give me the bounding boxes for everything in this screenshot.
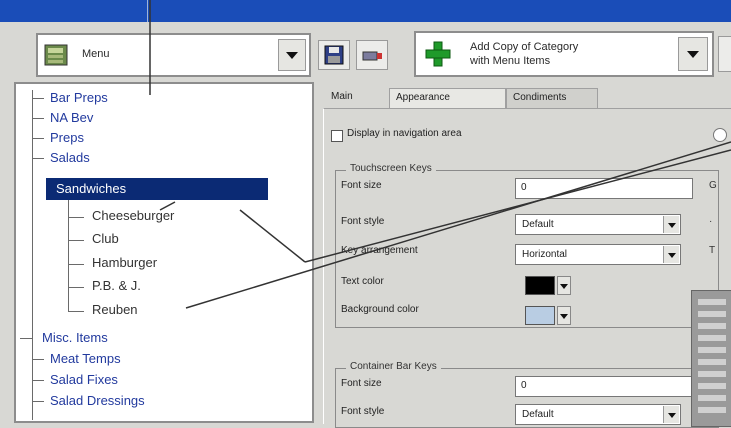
tree-item-hamburger[interactable]: Hamburger	[92, 255, 157, 270]
tree-connector	[20, 338, 32, 339]
tree-connector	[68, 240, 84, 241]
chevron-down-icon	[663, 406, 679, 423]
tree-connector	[32, 98, 44, 99]
chevron-down-icon	[687, 51, 699, 58]
font-size-input[interactable]: 0	[515, 178, 693, 199]
tree-connector	[32, 380, 44, 381]
container-font-style-value: Default	[522, 409, 554, 420]
container-bar-keys-title: Container Bar Keys	[346, 361, 441, 372]
font-style-select[interactable]: Default	[515, 214, 681, 235]
menu-combo[interactable]: Menu	[36, 33, 311, 77]
title-bar-divider	[147, 0, 148, 22]
tree-item-meat-temps[interactable]: Meat Temps	[50, 351, 121, 366]
tree-item-sandwiches[interactable]: Sandwiches	[46, 178, 268, 200]
truncated-right-text: G	[709, 180, 717, 191]
toolbar-overflow-button[interactable]	[718, 36, 731, 72]
tab-condiments[interactable]: Condiments	[506, 88, 598, 108]
tree-connector	[32, 359, 44, 360]
tree-connector	[68, 311, 84, 312]
tree-item-salads[interactable]: Salads	[50, 150, 90, 165]
chevron-down-icon	[663, 246, 679, 263]
tree-item-salad-fixes[interactable]: Salad Fixes	[50, 372, 118, 387]
background-color-label: Background color	[341, 304, 419, 315]
container-font-style-label: Font style	[341, 406, 385, 417]
preview-key	[698, 347, 726, 353]
container-font-size-label: Font size	[341, 378, 382, 389]
tree-item-salad-dressings[interactable]: Salad Dressings	[50, 393, 145, 408]
option-radio[interactable]	[713, 128, 727, 142]
font-size-label: Font size	[341, 180, 382, 191]
preview-key	[698, 311, 726, 317]
preview-key	[698, 395, 726, 401]
tree-branch-line	[68, 194, 69, 312]
category-tree[interactable]: Bar Preps NA Bev Preps Salads Sandwiches…	[14, 82, 314, 423]
font-style-value: Default	[522, 219, 554, 230]
font-style-label: Font style	[341, 216, 385, 227]
key-arrangement-select[interactable]: Horizontal	[515, 244, 681, 265]
add-category-label-line1: Add Copy of Category	[470, 41, 579, 53]
add-category-label-line2: with Menu Items	[470, 55, 551, 67]
chevron-down-icon	[560, 313, 568, 319]
tree-item-club[interactable]: Club	[92, 231, 119, 246]
tab-appearance[interactable]: Appearance	[389, 88, 506, 108]
tree-item-pbj[interactable]: P.B. & J.	[92, 278, 141, 293]
preview-key	[698, 359, 726, 365]
title-bar	[0, 0, 731, 22]
tree-connector	[68, 264, 84, 265]
add-category-dropdown-button[interactable]	[678, 37, 708, 71]
preview-key	[698, 299, 726, 305]
tree-item-na-bev[interactable]: NA Bev	[50, 110, 93, 125]
chevron-down-icon	[560, 283, 568, 289]
background-color-swatch[interactable]	[525, 306, 555, 325]
tree-connector	[68, 287, 84, 288]
tree-item-bar-preps[interactable]: Bar Preps	[50, 90, 108, 105]
background-color-dropdown[interactable]	[557, 306, 571, 325]
tree-item-misc-items[interactable]: Misc. Items	[42, 330, 108, 345]
key-arrangement-label: Key arrangement	[341, 245, 418, 256]
key-arrangement-value: Horizontal	[522, 249, 568, 260]
truncated-right-text: ·	[709, 216, 713, 227]
tree-connector	[32, 138, 44, 139]
menu-combo-dropdown-button[interactable]	[278, 39, 306, 71]
display-in-navigation-checkbox[interactable]	[331, 130, 343, 142]
tree-connector	[32, 118, 44, 119]
container-font-size-input[interactable]: 0	[515, 376, 693, 397]
tree-connector	[68, 217, 84, 218]
text-color-dropdown[interactable]	[557, 276, 571, 295]
floppy-disk-icon	[324, 45, 344, 65]
tree-connector	[32, 158, 44, 159]
text-color-swatch[interactable]	[525, 276, 555, 295]
tree-item-cheeseburger[interactable]: Cheeseburger	[92, 208, 174, 223]
key-preview-panel	[691, 290, 731, 427]
menu-book-icon	[44, 44, 68, 66]
menu-combo-label: Menu	[82, 48, 110, 60]
tree-item-label: Sandwiches	[56, 181, 127, 196]
remove-button[interactable]	[356, 40, 388, 70]
save-button[interactable]	[318, 40, 350, 70]
green-plus-icon	[425, 41, 451, 67]
properties-panel: Main Appearance Condiments Display in na…	[319, 80, 731, 428]
remove-item-icon	[362, 51, 382, 61]
add-category-combo[interactable]: Add Copy of Category with Menu Items	[414, 31, 714, 77]
preview-key	[698, 407, 726, 413]
preview-key	[698, 383, 726, 389]
tree-item-preps[interactable]: Preps	[50, 130, 84, 145]
chevron-down-icon	[286, 52, 298, 59]
text-color-label: Text color	[341, 276, 384, 287]
touchscreen-keys-title: Touchscreen Keys	[346, 163, 436, 174]
truncated-right-text: T	[709, 245, 716, 256]
container-font-style-select[interactable]: Default	[515, 404, 681, 425]
tree-trunk-line	[32, 90, 33, 420]
display-in-navigation-label: Display in navigation area	[347, 128, 462, 139]
preview-key	[698, 323, 726, 329]
chevron-down-icon	[663, 216, 679, 233]
preview-key	[698, 335, 726, 341]
tree-item-reuben[interactable]: Reuben	[92, 302, 138, 317]
tree-connector	[32, 401, 44, 402]
tab-main[interactable]: Main	[325, 88, 359, 108]
preview-key	[698, 371, 726, 377]
